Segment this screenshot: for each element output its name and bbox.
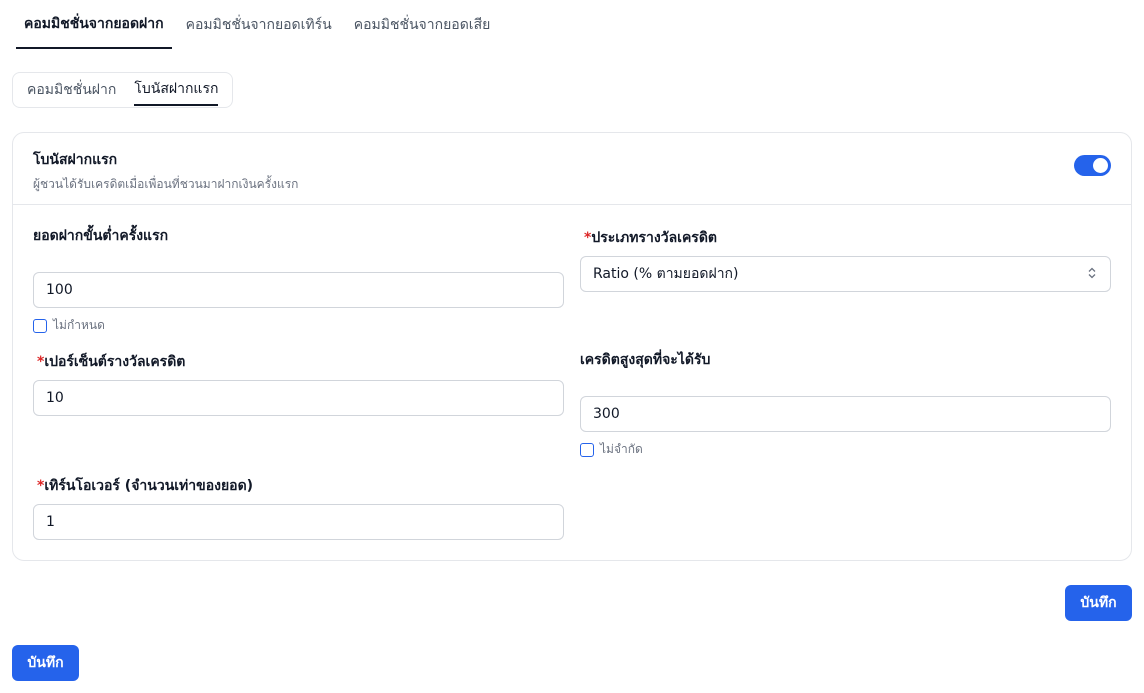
min-deposit-unlimited-label: ไม่กำหนด bbox=[53, 318, 105, 332]
min-deposit-input[interactable]: 100 bbox=[33, 272, 564, 308]
tab-loss-commission[interactable]: คอมมิชชั่นจากยอดเสีย bbox=[346, 0, 499, 49]
percent-input[interactable]: 10 bbox=[33, 380, 564, 416]
save-button-card[interactable]: บันทึก bbox=[1065, 585, 1132, 621]
turnover-label: *เทิร์นโอเวอร์ (จำนวนเท่าของยอด) bbox=[37, 478, 254, 494]
turnover-input[interactable]: 1 bbox=[33, 504, 564, 540]
tab-deposit-commission[interactable]: คอมมิชชั่นจากยอดฝาก bbox=[16, 0, 172, 49]
first-deposit-bonus-card: โบนัสฝากแรก ผู้ชวนได้รับเครดิตเมื่อเพื่อ… bbox=[12, 132, 1132, 561]
min-deposit-label: ยอดฝากขั้นต่ำครั้งแรก bbox=[33, 228, 169, 244]
card-description: ผู้ชวนได้รับเครดิตเมื่อเพื่อนที่ชวนมาฝาก… bbox=[33, 177, 299, 191]
min-deposit-unlimited-checkbox[interactable] bbox=[33, 318, 47, 333]
chevron-updown-icon bbox=[1088, 267, 1096, 281]
toggle-knob bbox=[1093, 158, 1108, 173]
card-header: โบนัสฝากแรก ผู้ชวนได้รับเครดิตเมื่อเพื่อ… bbox=[13, 133, 1131, 205]
card-title: โบนัสฝากแรก bbox=[33, 152, 118, 168]
subtab-first-deposit-bonus[interactable]: โบนัสฝากแรก bbox=[134, 74, 219, 106]
top-tabs: คอมมิชชั่นจากยอดฝาก คอมมิชชั่นจากยอดเทิร… bbox=[16, 0, 504, 49]
min-deposit-unlimited-row: ไม่กำหนด bbox=[33, 316, 105, 335]
max-credit-input[interactable]: 300 bbox=[580, 396, 1111, 432]
subtab-deposit-commission[interactable]: คอมมิชชั่นฝาก bbox=[27, 75, 116, 105]
max-credit-unlimited-label: ไม่จำกัด bbox=[600, 442, 643, 456]
max-credit-unlimited-checkbox[interactable] bbox=[580, 442, 594, 457]
max-credit-unlimited-row: ไม่จำกัด bbox=[580, 440, 643, 459]
tab-turnover-commission[interactable]: คอมมิชชั่นจากยอดเทิร์น bbox=[178, 0, 340, 49]
percent-label: *เปอร์เซ็นต์รางวัลเครดิต bbox=[37, 354, 186, 370]
reward-type-label: *ประเภทรางวัลเครดิต bbox=[584, 230, 718, 246]
reward-type-select[interactable]: Ratio (% ตามยอดฝาก) bbox=[580, 256, 1111, 292]
save-button-page[interactable]: บันทึก bbox=[12, 645, 79, 681]
enable-toggle[interactable] bbox=[1074, 155, 1111, 176]
max-credit-label: เครดิตสูงสุดที่จะได้รับ bbox=[580, 352, 711, 368]
sub-tabs: คอมมิชชั่นฝาก โบนัสฝากแรก bbox=[12, 72, 234, 108]
